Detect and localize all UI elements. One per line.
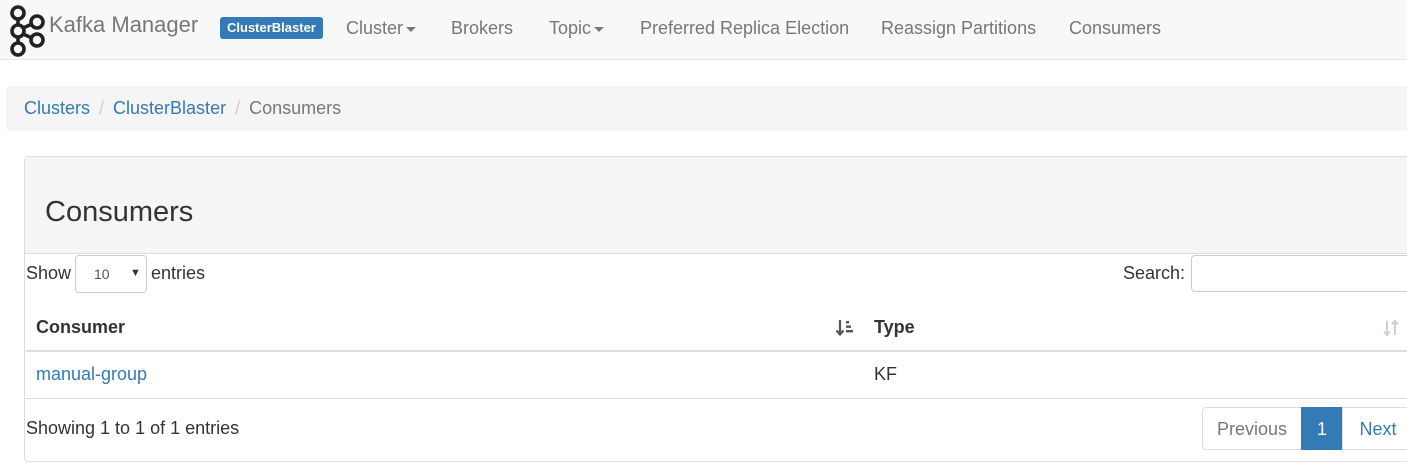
breadcrumb: Clusters / ClusterBlaster / Consumers bbox=[6, 86, 1407, 131]
nav-brokers[interactable]: Brokers bbox=[451, 18, 513, 39]
table-row-divider bbox=[26, 398, 1407, 399]
breadcrumb-separator: / bbox=[99, 98, 105, 118]
nav-cluster-dropdown[interactable]: Cluster bbox=[346, 18, 417, 39]
breadcrumb-cluster-link[interactable]: ClusterBlaster bbox=[113, 98, 226, 118]
breadcrumb-clusters-link[interactable]: Clusters bbox=[24, 98, 90, 118]
table-info: Showing 1 to 1 of 1 entries bbox=[26, 418, 240, 438]
consumers-panel: Consumers Show 10 ▼ entries Search: Cons… bbox=[24, 156, 1407, 462]
cluster-badge: ClusterBlaster bbox=[220, 17, 323, 39]
type-cell: KF bbox=[874, 364, 898, 384]
column-header-consumer[interactable]: Consumer bbox=[36, 317, 125, 338]
page-length-value: 10 bbox=[94, 266, 110, 282]
page-length-select[interactable]: 10 ▼ bbox=[75, 255, 147, 293]
nav-preferred-replica-election[interactable]: Preferred Replica Election bbox=[640, 18, 849, 39]
page-title: Consumers bbox=[45, 196, 194, 228]
next-page-button[interactable]: Next bbox=[1342, 407, 1407, 450]
page-1-button[interactable]: 1 bbox=[1301, 407, 1343, 450]
top-navbar: Kafka Manager ClusterBlaster Cluster Bro… bbox=[0, 0, 1407, 60]
nav-topic-label: Topic bbox=[549, 18, 592, 38]
search-label: Search: bbox=[1123, 263, 1186, 283]
chevron-down-icon: ▼ bbox=[130, 267, 141, 279]
nav-reassign-partitions[interactable]: Reassign Partitions bbox=[881, 18, 1036, 39]
column-header-type[interactable]: Type bbox=[874, 317, 915, 338]
nav-consumers[interactable]: Consumers bbox=[1069, 18, 1161, 39]
search-input[interactable] bbox=[1191, 255, 1407, 292]
consumer-link[interactable]: manual-group bbox=[36, 364, 147, 384]
previous-page-button[interactable]: Previous bbox=[1202, 407, 1302, 450]
breadcrumb-current: Consumers bbox=[249, 98, 342, 118]
kafka-logo-icon[interactable] bbox=[6, 4, 48, 58]
breadcrumb-separator: / bbox=[235, 98, 241, 118]
consumer-cell: manual-group bbox=[36, 364, 147, 385]
sort-ascending-icon[interactable] bbox=[835, 317, 855, 339]
nav-topic-dropdown[interactable]: Topic bbox=[549, 18, 605, 39]
show-label: Show bbox=[26, 263, 72, 283]
panel-heading: Consumers bbox=[25, 157, 1407, 254]
brand-title[interactable]: Kafka Manager bbox=[49, 12, 198, 38]
table-header-divider bbox=[26, 350, 1407, 352]
entries-label: entries bbox=[151, 263, 206, 283]
sort-both-icon[interactable] bbox=[1381, 317, 1401, 339]
caret-down-icon bbox=[406, 26, 417, 32]
nav-cluster-label: Cluster bbox=[346, 18, 404, 38]
caret-down-icon bbox=[594, 26, 605, 32]
